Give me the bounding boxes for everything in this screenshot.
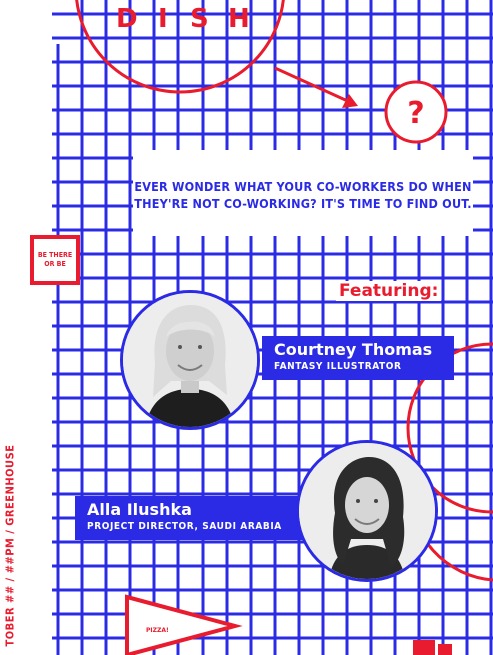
bottom-red-block-icon [413,640,435,655]
speaker-1-namebox: Courtney Thomas FANTASY ILLUSTRATOR [262,336,454,380]
speaker-2-name: Alla Ilushka [87,500,192,519]
event-details: TOBER ## / ##PM / GREENHOUSE [3,444,17,647]
portrait-blonde-woman-icon [123,293,257,427]
speaker-1-name: Courtney Thomas [274,340,433,359]
portrait-curly-hair-woman-icon [299,443,435,579]
be-there-badge: BE THERE OR BE [30,235,80,285]
speaker-1-photo [120,290,260,430]
speaker-2-role: PROJECT DIRECTOR, SAUDI ARABIA [87,521,282,532]
title-letter-h: H [228,4,250,34]
tagline: EVER WONDER WHAT YOUR CO-WORKERS DO WHEN… [133,153,473,237]
speaker-1-role: FANTASY ILLUSTRATOR [274,361,402,372]
title-letter-i: I [158,4,168,34]
title-letter-d: D [116,4,138,34]
title-circle-icon [75,0,285,94]
pizza-triangle-icon [125,594,243,655]
tagline-line-2: THEY'RE NOT CO-WORKING? IT'S TIME TO FIN… [134,196,472,211]
pizza-label: PIZZA! [146,627,169,634]
event-poster: D I S H ? EVER WONDER WHAT YOUR CO-WORKE… [0,0,493,655]
badge-line-1: BE THERE [37,251,73,259]
title-letter-s: S [190,4,209,34]
question-mark: ? [407,96,425,131]
speaker-2-photo [296,440,438,582]
arrow-icon [274,66,353,105]
speaker-2-namebox: Alla Ilushka PROJECT DIRECTOR, SAUDI ARA… [75,496,305,540]
badge-line-2: OR BE [44,260,66,268]
tagline-line-1: EVER WONDER WHAT YOUR CO-WORKERS DO WHEN [134,179,472,194]
featuring-label: Featuring: [336,281,442,301]
